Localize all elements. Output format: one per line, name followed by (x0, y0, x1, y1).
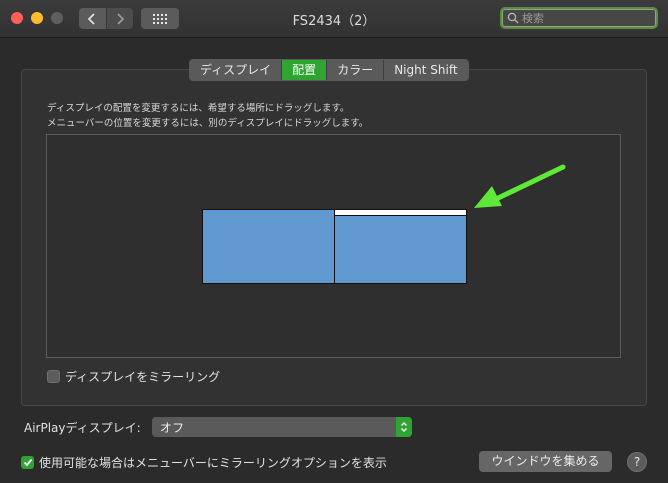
airplay-select-value: オフ (160, 421, 185, 435)
instruction-line-2: メニューバーの位置を変更するには、別のディスプレイにドラッグします。 (47, 118, 369, 129)
show-mirroring-options-checkbox[interactable] (21, 456, 34, 469)
gather-windows-button[interactable]: ウインドウを集める (479, 451, 612, 472)
arrow-icon (474, 164, 566, 208)
tab-bar: ディスプレイ 配置 カラー Night Shift (189, 59, 469, 81)
mirror-displays-checkbox[interactable] (47, 370, 60, 383)
tab-night-shift[interactable]: Night Shift (384, 60, 468, 80)
display-left[interactable] (202, 209, 335, 284)
search-icon (507, 12, 519, 24)
title-bar: FS2434（2） (0, 0, 668, 38)
mirror-displays-label: ディスプレイをミラーリング (65, 370, 221, 384)
help-button[interactable]: ? (627, 452, 647, 472)
search-input[interactable] (522, 10, 652, 26)
tab-arrangement[interactable]: 配置 (282, 60, 328, 80)
search-field[interactable] (500, 7, 658, 29)
airplay-label: AirPlayディスプレイ: (24, 421, 141, 435)
show-mirroring-options-label: 使用可能な場合はメニューバーにミラーリングオプションを表示 (39, 456, 387, 470)
airplay-select[interactable]: オフ (152, 417, 412, 437)
tab-display[interactable]: ディスプレイ (190, 60, 283, 80)
checkmark-icon (23, 458, 32, 467)
show-mirroring-options-row[interactable]: 使用可能な場合はメニューバーにミラーリングオプションを表示 (21, 454, 387, 471)
display-main[interactable] (334, 209, 467, 284)
instruction-line-1: ディスプレイの配置を変更するには、希望する場所にドラッグします。 (47, 103, 350, 114)
mirror-displays-row[interactable]: ディスプレイをミラーリング (47, 368, 220, 385)
menu-bar-indicator[interactable] (335, 210, 466, 216)
stepper-icon (396, 417, 412, 437)
tab-color[interactable]: カラー (327, 60, 385, 80)
